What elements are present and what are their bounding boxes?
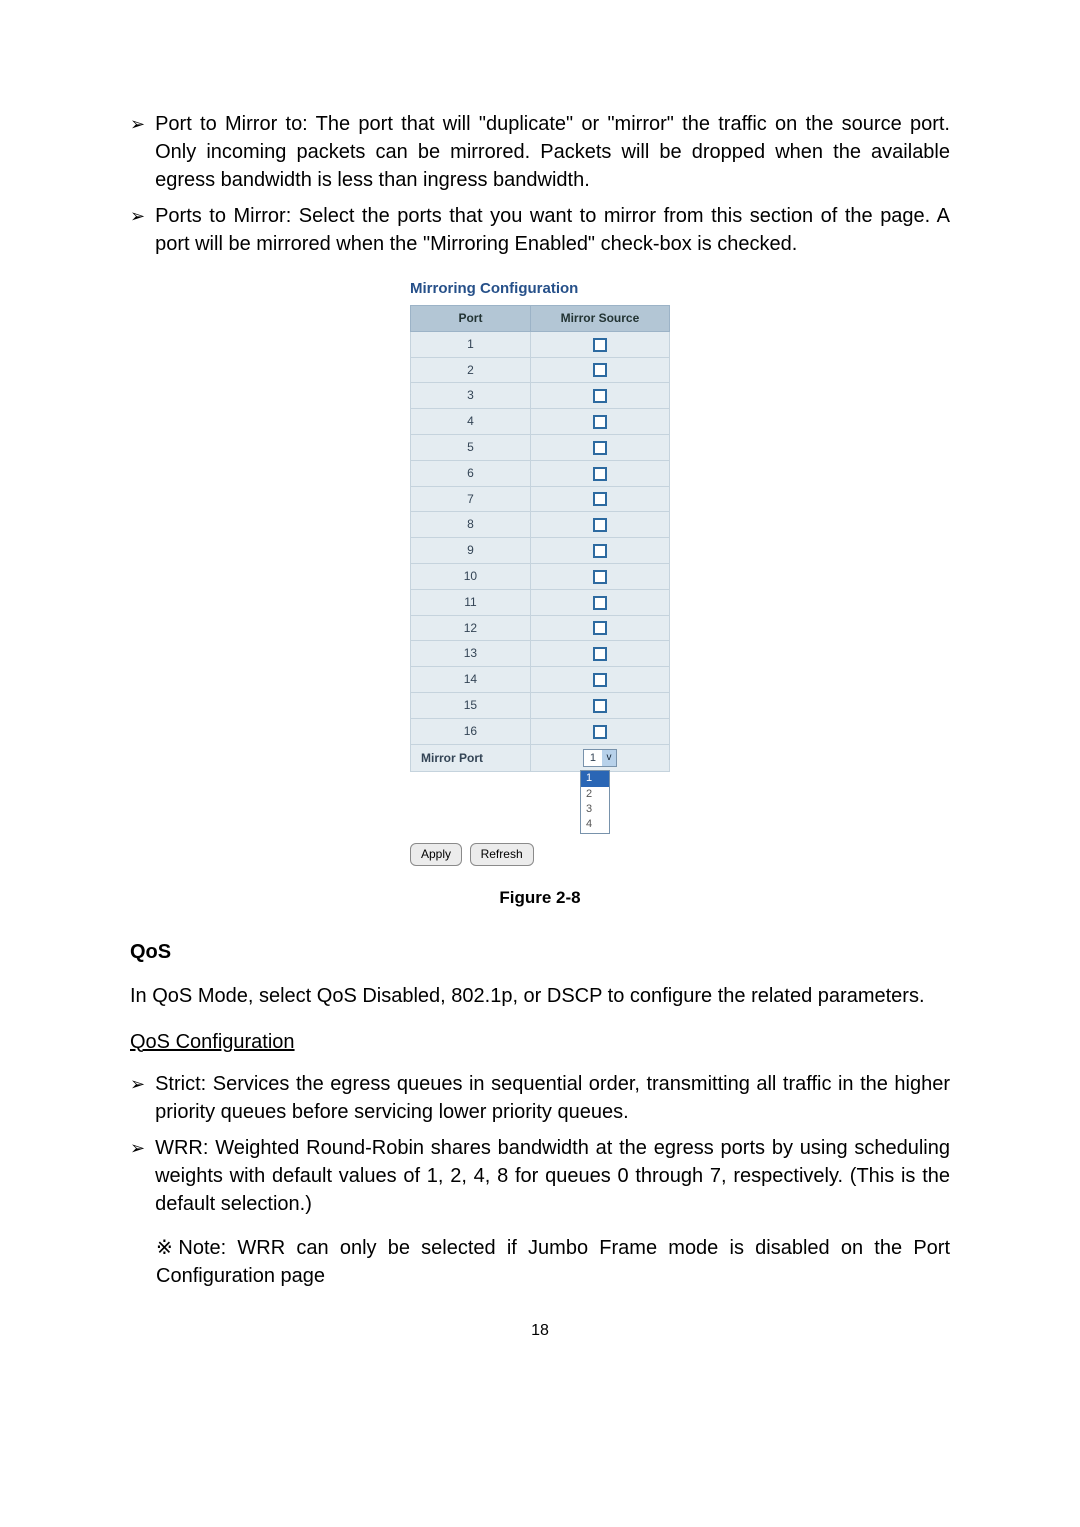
port-cell: 8 (411, 512, 531, 538)
mirror-table: Port Mirror Source 123456789101112131415… (410, 305, 670, 772)
qos-intro: In QoS Mode, select QoS Disabled, 802.1p… (130, 982, 950, 1010)
dropdown-option[interactable]: 2 (581, 787, 609, 802)
mirror-port-label: Mirror Port (411, 744, 531, 772)
mirror-source-checkbox[interactable] (593, 699, 607, 713)
mirror-source-checkbox[interactable] (593, 647, 607, 661)
mirror-source-cell (530, 409, 669, 435)
mirror-source-checkbox[interactable] (593, 725, 607, 739)
port-cell: 14 (411, 667, 531, 693)
port-cell: 1 (411, 331, 531, 357)
mirror-source-cell (530, 331, 669, 357)
mirror-source-checkbox[interactable] (593, 596, 607, 610)
port-cell: 5 (411, 434, 531, 460)
bullet-icon: ➢ (130, 1070, 155, 1126)
port-cell: 11 (411, 589, 531, 615)
port-cell: 9 (411, 538, 531, 564)
mirror-source-cell (530, 512, 669, 538)
mirror-source-checkbox[interactable] (593, 338, 607, 352)
dropdown-option[interactable]: 3 (581, 802, 609, 817)
qos-strict-text: Strict: Services the egress queues in se… (155, 1070, 950, 1126)
port-to-mirror-text: Port to Mirror to: The port that will "d… (155, 110, 950, 194)
port-cell: 13 (411, 641, 531, 667)
chevron-down-icon: v (602, 750, 616, 766)
figure-label: Figure 2-8 (130, 886, 950, 910)
mirror-source-cell (530, 538, 669, 564)
mirror-port-select[interactable]: 1 v (583, 749, 617, 767)
port-cell: 16 (411, 718, 531, 744)
refresh-button[interactable]: Refresh (470, 843, 534, 866)
mirror-source-cell (530, 357, 669, 383)
mirror-source-cell (530, 718, 669, 744)
mirror-source-checkbox[interactable] (593, 492, 607, 506)
mirror-source-cell (530, 563, 669, 589)
qos-heading: QoS (130, 938, 950, 966)
mirror-source-cell (530, 383, 669, 409)
port-cell: 2 (411, 357, 531, 383)
bullet-icon: ➢ (130, 202, 155, 258)
mirror-source-checkbox[interactable] (593, 415, 607, 429)
col-port: Port (411, 306, 531, 332)
bullet-icon: ➢ (130, 110, 155, 194)
mirror-source-checkbox[interactable] (593, 570, 607, 584)
qos-note: ※Note: WRR can only be selected if Jumbo… (156, 1234, 950, 1290)
mirror-source-cell (530, 641, 669, 667)
col-source: Mirror Source (530, 306, 669, 332)
port-cell: 12 (411, 615, 531, 641)
port-cell: 4 (411, 409, 531, 435)
dropdown-option[interactable]: 1 (581, 771, 609, 786)
mirror-source-checkbox[interactable] (593, 518, 607, 532)
mirror-source-cell (530, 460, 669, 486)
qos-config-heading: QoS Configuration (130, 1028, 950, 1056)
select-value: 1 (584, 751, 602, 766)
bullet-icon: ➢ (130, 1134, 155, 1218)
port-cell: 7 (411, 486, 531, 512)
port-cell: 10 (411, 563, 531, 589)
mirror-port-dropdown[interactable]: 1 2 3 4 (580, 770, 610, 834)
mirror-source-checkbox[interactable] (593, 544, 607, 558)
mirror-port-cell: 1 v (530, 744, 669, 772)
mirror-source-checkbox[interactable] (593, 363, 607, 377)
mirror-source-cell (530, 589, 669, 615)
mirror-source-cell (530, 667, 669, 693)
port-cell: 3 (411, 383, 531, 409)
mirror-source-cell (530, 615, 669, 641)
mirror-source-cell (530, 486, 669, 512)
config-title: Mirroring Configuration (410, 278, 670, 299)
page-number: 18 (130, 1320, 950, 1342)
qos-wrr-text: WRR: Weighted Round-Robin shares bandwid… (155, 1134, 950, 1218)
mirror-source-checkbox[interactable] (593, 441, 607, 455)
apply-button[interactable]: Apply (410, 843, 462, 866)
mirror-source-checkbox[interactable] (593, 621, 607, 635)
mirror-source-checkbox[interactable] (593, 467, 607, 481)
mirror-source-checkbox[interactable] (593, 673, 607, 687)
port-cell: 15 (411, 692, 531, 718)
mirror-source-checkbox[interactable] (593, 389, 607, 403)
mirror-source-cell (530, 434, 669, 460)
ports-to-mirror-text: Ports to Mirror: Select the ports that y… (155, 202, 950, 258)
dropdown-option[interactable]: 4 (581, 817, 609, 832)
port-cell: 6 (411, 460, 531, 486)
mirror-source-cell (530, 692, 669, 718)
